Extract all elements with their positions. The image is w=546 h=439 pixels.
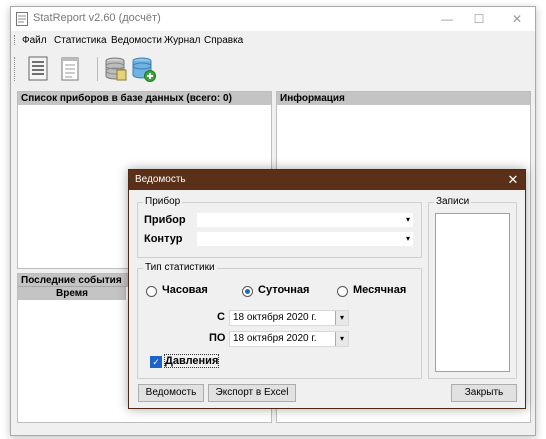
document-list-icon[interactable] — [25, 55, 51, 83]
minimize-button[interactable]: — — [435, 9, 459, 29]
stat-type-group-label: Тип статистики — [143, 262, 217, 274]
records-group: Записи — [428, 196, 517, 379]
dropdown-arrow-icon[interactable]: ▾ — [335, 332, 348, 346]
to-date-picker[interactable]: 18 октября 2020 г. ▾ — [229, 331, 349, 347]
window-title: StatReport v2.60 (досчёт) — [33, 12, 161, 24]
database-add-icon[interactable] — [131, 55, 157, 83]
menu-statements[interactable]: Ведомости — [111, 35, 162, 46]
menu-help[interactable]: Справка — [204, 35, 243, 46]
pressure-checkbox[interactable]: ✓ — [150, 356, 162, 368]
devices-panel-title: Список приборов в базе данных (всего: 0) — [18, 92, 271, 105]
radio-daily[interactable] — [242, 286, 253, 297]
radio-monthly-label[interactable]: Месячная — [353, 284, 406, 296]
radio-hourly-label[interactable]: Часовая — [162, 284, 208, 296]
to-date-value: 18 октября 2020 г. — [233, 333, 317, 344]
device-group: Прибор Прибор ▾ Контур ▾ — [137, 196, 422, 258]
toolbar-grip — [14, 57, 17, 81]
toolbar — [11, 51, 535, 87]
dropdown-arrow-icon[interactable]: ▾ — [335, 311, 348, 325]
statement-button[interactable]: Ведомость — [138, 384, 204, 402]
from-label: С — [217, 311, 225, 323]
device-label: Прибор — [144, 214, 186, 226]
menu-grip — [14, 35, 17, 45]
chevron-down-icon: ▾ — [405, 234, 410, 243]
device-combo[interactable]: ▾ — [197, 213, 413, 227]
dialog-title: Ведомость — [135, 174, 186, 185]
title-bar: StatReport v2.60 (досчёт) — ☐ ✕ — [11, 7, 535, 31]
stat-type-group: Тип статистики Часовая Суточная Месячная… — [137, 262, 422, 379]
chevron-down-icon: ▾ — [405, 215, 410, 224]
dialog-title-bar: Ведомость ✕ — [129, 170, 525, 190]
pressure-label[interactable]: Давления — [164, 354, 220, 368]
radio-monthly[interactable] — [337, 286, 348, 297]
menu-file[interactable]: Файл — [22, 35, 47, 46]
database-icon[interactable] — [103, 55, 129, 83]
menu-bar: Файл Статистика Ведомости Журнал Справка — [11, 31, 535, 49]
app-icon — [16, 12, 28, 26]
notepad-icon[interactable] — [57, 55, 83, 83]
radio-hourly[interactable] — [146, 286, 157, 297]
col-time-header[interactable]: Время — [18, 286, 126, 300]
radio-daily-label[interactable]: Суточная — [258, 284, 309, 296]
contour-combo[interactable]: ▾ — [197, 232, 413, 246]
from-date-picker[interactable]: 18 октября 2020 г. ▾ — [229, 310, 349, 326]
info-panel-title: Информация — [277, 92, 530, 105]
device-group-label: Прибор — [143, 196, 183, 208]
close-window-button[interactable]: ✕ — [505, 9, 529, 29]
statement-dialog: Ведомость ✕ Прибор Прибор ▾ Контур ▾ Зап… — [128, 169, 526, 409]
records-list[interactable] — [435, 213, 510, 372]
toolbar-separator — [97, 57, 98, 81]
contour-label: Контур — [144, 233, 183, 245]
to-label: ПО — [209, 332, 226, 344]
dialog-close-button[interactable]: Закрыть — [451, 384, 517, 402]
menu-statistics[interactable]: Статистика — [54, 35, 107, 46]
from-date-value: 18 октября 2020 г. — [233, 312, 317, 323]
dialog-close-icon[interactable]: ✕ — [505, 170, 521, 190]
records-group-label: Записи — [434, 196, 472, 208]
export-excel-button[interactable]: Экспорт в Excel — [208, 384, 296, 402]
menu-journal[interactable]: Журнал — [164, 35, 201, 46]
maximize-button[interactable]: ☐ — [467, 9, 491, 29]
